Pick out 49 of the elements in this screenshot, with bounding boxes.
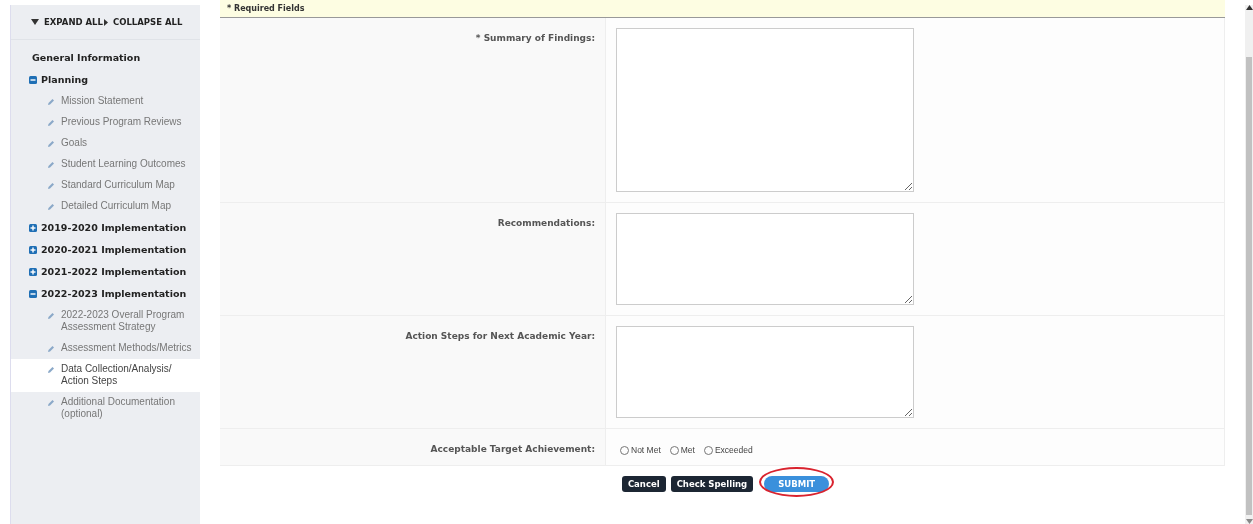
pencil-icon <box>47 161 55 169</box>
minus-icon[interactable] <box>29 289 37 298</box>
field-label: Action Steps for Next Academic Year: <box>405 331 595 341</box>
sidebar-item[interactable]: Data Collection/Analysis/ Action Steps <box>11 359 200 392</box>
sidebar-section[interactable]: 2019-2020 Implementation <box>41 222 187 233</box>
pencil-icon <box>47 366 55 374</box>
field-label: Recommendations: <box>497 218 595 228</box>
pencil-icon <box>47 345 55 353</box>
sidebar-item[interactable]: Assessment Methods/Metrics <box>11 338 200 359</box>
scroll-up-icon[interactable] <box>1245 5 1253 10</box>
caret-down-icon <box>31 19 39 25</box>
field-label: * Summary of Findings: <box>475 33 595 43</box>
scroll-down-icon[interactable] <box>1245 519 1253 524</box>
expand-all-link[interactable]: EXPAND ALL <box>44 17 103 27</box>
sidebar-section[interactable]: 2020-2021 Implementation <box>41 244 187 255</box>
sidebar-item[interactable]: 2022-2023 Overall Program Assessment Strategy <box>11 305 200 338</box>
radio-option[interactable]: Met <box>669 445 695 455</box>
plus-icon[interactable] <box>29 223 37 232</box>
pencil-icon <box>47 312 55 320</box>
radio-option[interactable]: Not Met <box>620 445 661 455</box>
action-button[interactable]: Check Spelling <box>670 476 754 492</box>
sidebar-section[interactable]: 2022-2023 Implementation <box>41 288 187 299</box>
sidebar-item[interactable]: Additional Documentation (optional) <box>11 392 200 425</box>
pencil-icon <box>47 140 55 148</box>
action-button[interactable]: Cancel <box>621 476 666 492</box>
plus-icon[interactable] <box>29 267 37 276</box>
scrollbar[interactable] <box>1245 5 1253 524</box>
pencil-icon <box>47 119 55 127</box>
sidebar-item[interactable]: Mission Statement <box>11 91 200 112</box>
required-fields-note: * Required Fields <box>220 0 1225 18</box>
caret-right-icon <box>103 18 108 26</box>
pencil-icon <box>47 399 55 407</box>
sidebar-section[interactable]: Planning <box>41 74 88 85</box>
scroll-thumb[interactable] <box>1246 57 1252 515</box>
plus-icon[interactable] <box>29 245 37 254</box>
sidebar-item[interactable]: Goals <box>11 133 200 154</box>
radio-option[interactable]: Exceeded <box>703 445 753 455</box>
sidebar-section[interactable]: General Information <box>32 52 141 63</box>
pencil-icon <box>47 182 55 190</box>
pencil-icon <box>47 203 55 211</box>
sidebar-item[interactable]: Previous Program Reviews <box>11 112 200 133</box>
minus-icon[interactable] <box>29 75 37 84</box>
collapse-all-link[interactable]: COLLAPSE ALL <box>112 17 183 27</box>
pencil-icon <box>47 98 55 106</box>
sidebar-item[interactable]: Standard Curriculum Map <box>11 175 200 196</box>
sidebar-section[interactable]: 2021-2022 Implementation <box>41 266 187 277</box>
sidebar-item[interactable]: Detailed Curriculum Map <box>11 196 200 217</box>
sidebar-item[interactable]: Student Learning Outcomes <box>11 154 200 175</box>
field-label: Acceptable Target Achievement: <box>430 444 595 454</box>
